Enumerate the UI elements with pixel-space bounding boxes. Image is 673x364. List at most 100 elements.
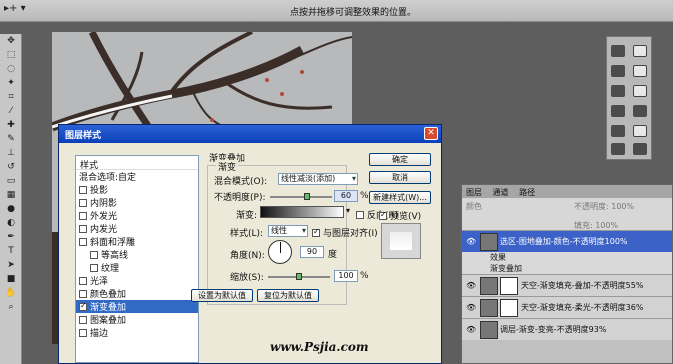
- move-tool-icon[interactable]: ▸+ ▾: [4, 3, 36, 18]
- style-item-checkbox[interactable]: [79, 276, 87, 285]
- hand-tool-icon[interactable]: ✋: [0, 286, 22, 300]
- layer-blend-select[interactable]: 颜色: [466, 202, 482, 211]
- style-item[interactable]: 图案叠加: [76, 313, 198, 326]
- brush-panel-icon[interactable]: [633, 85, 647, 97]
- preview-checkbox[interactable]: 预览(V): [379, 209, 421, 222]
- gradient-dropdown-icon[interactable]: ▾: [346, 206, 350, 215]
- style-list-header[interactable]: 样式: [76, 156, 198, 171]
- eyedropper-tool-icon[interactable]: ⁄: [0, 104, 22, 118]
- gradient-tool-icon[interactable]: ▦: [0, 188, 22, 202]
- crop-tool-icon[interactable]: ⌗: [0, 90, 22, 104]
- style-item[interactable]: 内阴影: [76, 196, 198, 209]
- layer-row[interactable]: 👁 天空-渐变填充-柔光-不透明度36%: [462, 296, 672, 318]
- visibility-eye-icon[interactable]: 👁: [466, 237, 478, 246]
- ok-button[interactable]: 确定: [369, 153, 431, 166]
- layer-row[interactable]: 👁 选区-图地叠加-颜色-不透明度100%: [462, 230, 672, 252]
- opacity-slider-knob[interactable]: [303, 193, 310, 200]
- layer-mask-thumbnail[interactable]: [500, 298, 518, 317]
- actions-panel-icon[interactable]: [611, 65, 625, 77]
- layer-comps-panel-icon[interactable]: [611, 105, 625, 117]
- healing-brush-tool-icon[interactable]: ✚: [0, 118, 22, 132]
- info-panel-icon[interactable]: [633, 105, 647, 117]
- pen-tool-icon[interactable]: ✒: [0, 230, 22, 244]
- style-item-checkbox[interactable]: [79, 211, 87, 220]
- zoom-tool-icon[interactable]: ⌕: [0, 300, 22, 314]
- lasso-tool-icon[interactable]: ◌: [0, 62, 22, 76]
- style-item[interactable]: 内发光: [76, 222, 198, 235]
- character-panel-icon[interactable]: [611, 85, 625, 97]
- adjustments-panel-icon[interactable]: [633, 65, 647, 77]
- navigator-panel-icon[interactable]: [633, 45, 647, 57]
- style-item-checkbox[interactable]: [79, 237, 87, 246]
- scale-value[interactable]: 100: [334, 270, 358, 282]
- tool-presets-panel-icon[interactable]: [611, 125, 625, 137]
- reset-default-button[interactable]: 设置为默认值: [191, 289, 253, 302]
- align-checkbox[interactable]: 与图层对齐(I): [312, 226, 378, 239]
- layer-row[interactable]: 👁 天空-渐变填充-叠加-不透明度55%: [462, 274, 672, 296]
- brush-tool-icon[interactable]: ✎: [0, 132, 22, 146]
- layer-mask-thumbnail[interactable]: [500, 276, 518, 295]
- style-item-checkbox[interactable]: [79, 224, 87, 233]
- style-item-checkbox[interactable]: [90, 263, 98, 272]
- path-selection-tool-icon[interactable]: ➤: [0, 258, 22, 272]
- shape-tool-icon[interactable]: ■: [0, 272, 22, 286]
- tab-channels[interactable]: 通道: [493, 188, 509, 197]
- history-brush-tool-icon[interactable]: ↺: [0, 160, 22, 174]
- type-tool-icon[interactable]: T: [0, 244, 22, 258]
- move-tool-icon[interactable]: ✥: [0, 34, 22, 48]
- history-panel-icon[interactable]: [611, 45, 625, 57]
- style-item[interactable]: 斜面和浮雕: [76, 235, 198, 248]
- style-item-checkbox[interactable]: [90, 250, 98, 259]
- preview-checkbox-box[interactable]: [379, 210, 387, 220]
- tab-paths[interactable]: 路径: [519, 188, 535, 197]
- eraser-tool-icon[interactable]: ▭: [0, 174, 22, 188]
- style-item[interactable]: 渐变叠加: [76, 300, 198, 313]
- opacity-value[interactable]: 60: [334, 190, 358, 202]
- style-item[interactable]: 描边: [76, 326, 198, 339]
- gradient-swatch[interactable]: [260, 206, 344, 218]
- masks-panel-icon[interactable]: [633, 143, 647, 155]
- style-item[interactable]: 颜色叠加: [76, 287, 198, 300]
- dodge-tool-icon[interactable]: ◐: [0, 216, 22, 230]
- stamp-tool-icon[interactable]: ⊥: [0, 146, 22, 160]
- style-item[interactable]: 外发光: [76, 209, 198, 222]
- align-checkbox-box[interactable]: [312, 227, 320, 237]
- style-item-checkbox[interactable]: [79, 315, 87, 324]
- style-select[interactable]: 线性: [268, 225, 308, 237]
- style-item[interactable]: 光泽: [76, 274, 198, 287]
- layer-opacity[interactable]: 不透明度: 100%: [574, 201, 634, 212]
- layer-row[interactable]: 👁 调层-渐变-变亮-不透明度93%: [462, 318, 672, 340]
- style-item-checkbox[interactable]: [79, 289, 87, 298]
- angle-value[interactable]: 90: [300, 246, 324, 258]
- blur-tool-icon[interactable]: ●: [0, 202, 22, 216]
- style-item[interactable]: 纹理: [76, 261, 198, 274]
- blend-mode-select[interactable]: 线性减淡(添加): [278, 173, 358, 185]
- style-item-label: 纹理: [101, 264, 120, 274]
- opacity-slider[interactable]: [270, 196, 332, 198]
- clone-source-panel-icon[interactable]: [611, 143, 625, 155]
- style-item-checkbox[interactable]: [79, 328, 87, 337]
- magic-wand-tool-icon[interactable]: ✦: [0, 76, 22, 90]
- style-item-checkbox[interactable]: [79, 301, 87, 311]
- restore-default-button[interactable]: 复位为默认值: [257, 289, 319, 302]
- style-item-checkbox[interactable]: [79, 185, 87, 194]
- close-icon[interactable]: ✕: [424, 127, 438, 140]
- angle-dial[interactable]: [268, 240, 292, 264]
- layer-row[interactable]: 效果: [462, 252, 672, 263]
- tab-layers[interactable]: 图层: [466, 188, 482, 197]
- visibility-eye-icon[interactable]: 👁: [466, 325, 478, 334]
- reverse-checkbox-box[interactable]: [356, 210, 364, 219]
- scale-slider-knob[interactable]: [296, 273, 302, 280]
- layer-fill[interactable]: 填充: 100%: [574, 220, 618, 231]
- visibility-eye-icon[interactable]: 👁: [466, 281, 478, 290]
- new-style-button[interactable]: 新建样式(W)...: [369, 191, 431, 204]
- marquee-tool-icon[interactable]: ⬚: [0, 48, 22, 62]
- visibility-eye-icon[interactable]: 👁: [466, 303, 478, 312]
- styles-panel-icon[interactable]: [633, 125, 647, 137]
- style-item[interactable]: 投影: [76, 183, 198, 196]
- layer-row[interactable]: 渐变叠加: [462, 263, 672, 274]
- style-item[interactable]: 混合选项:自定: [76, 170, 198, 183]
- style-item[interactable]: 等高线: [76, 248, 198, 261]
- cancel-button[interactable]: 取消: [369, 171, 431, 184]
- style-item-checkbox[interactable]: [79, 198, 87, 207]
